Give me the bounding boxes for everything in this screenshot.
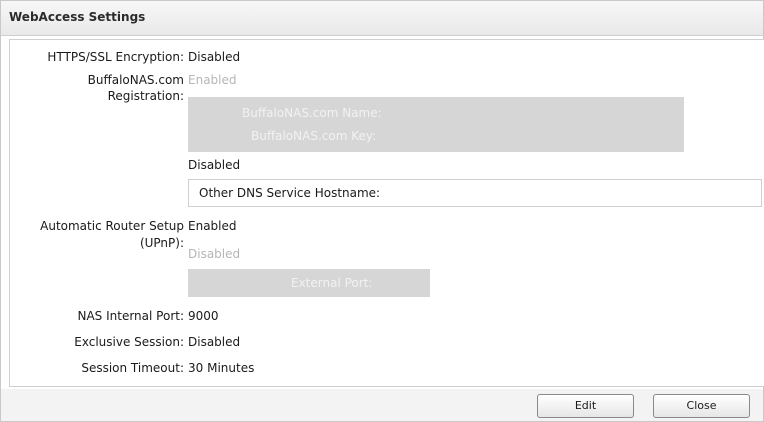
buffalonas-enabled-option: Enabled (188, 73, 237, 87)
exclusive-session-value: Disabled (188, 335, 241, 349)
upnp-sub-disabled: Disabled (188, 247, 241, 261)
buffalonas-label-line2: Registration: (107, 89, 184, 103)
internal-port-label: NAS Internal Port: (77, 309, 184, 323)
dialog-footer: Edit Close (1, 389, 763, 421)
session-timeout-value: 30 Minutes (188, 361, 255, 375)
exclusive-session-label: Exclusive Session: (74, 335, 184, 349)
other-dns-hostname-label: Other DNS Service Hostname: (199, 186, 381, 200)
settings-panel: HTTPS/SSL Encryption: Disabled BuffaloNA… (9, 39, 764, 387)
dialog-titlebar: WebAccess Settings (1, 1, 763, 36)
external-port-label: External Port: (291, 276, 373, 290)
upnp-value: Enabled (188, 219, 237, 233)
webaccess-settings-dialog: WebAccess Settings HTTPS/SSL Encryption:… (0, 0, 764, 422)
buffalonas-disabled-option: Disabled (188, 158, 241, 172)
buffalonas-name-label: BuffaloNAS.com Name: (242, 106, 382, 120)
buffalonas-label-line1: BuffaloNAS.com (87, 73, 184, 87)
other-dns-hostname-box: Other DNS Service Hostname: (188, 179, 762, 207)
upnp-label-line2: (UPnP): (139, 236, 184, 250)
internal-port-value: 9000 (188, 309, 219, 323)
external-port-box: External Port: (188, 269, 430, 297)
buffalonas-fields-box: BuffaloNAS.com Name: BuffaloNAS.com Key: (188, 97, 684, 152)
close-button[interactable]: Close (653, 394, 750, 418)
session-timeout-label: Session Timeout: (81, 361, 184, 375)
dialog-title: WebAccess Settings (9, 10, 146, 24)
buffalonas-key-label: BuffaloNAS.com Key: (251, 129, 377, 143)
https-value: Disabled (188, 50, 241, 64)
https-label: HTTPS/SSL Encryption: (47, 50, 184, 64)
upnp-label-line1: Automatic Router Setup (40, 219, 184, 233)
edit-button[interactable]: Edit (537, 394, 634, 418)
